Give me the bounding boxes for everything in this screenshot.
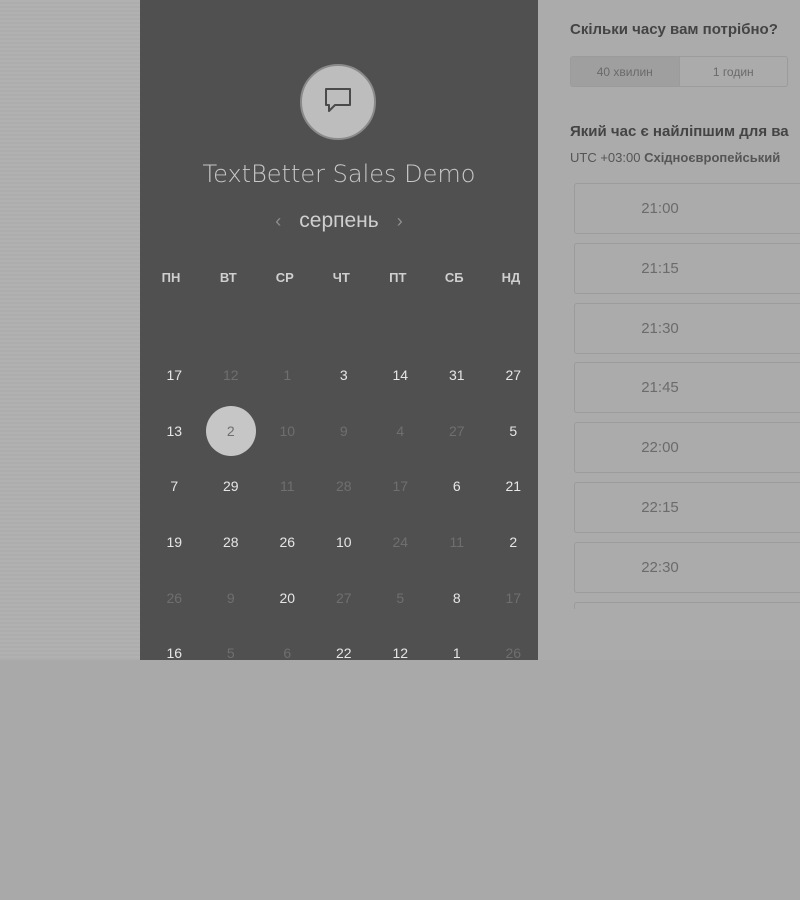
calendar-panel: TextBetter Sales Demo ‹ серпень › ПН ВТ … [140, 0, 538, 661]
calendar-day: 9 [339, 422, 348, 439]
weekday-label: СР [275, 270, 294, 285]
month-navigation: ‹ серпень › [140, 206, 538, 236]
calendar-days-grid: 17 12 1 3 14 31 27 13 2 10 9 4 27 5 7 29 11 28 17 6 21 19 28 26… [146, 347, 542, 681]
calendar-day[interactable]: 31 [429, 347, 486, 403]
duration-option-40[interactable]: 40 хвилин [571, 57, 679, 86]
calendar-day: 11 [449, 533, 465, 550]
calendar-day: 17 [392, 478, 409, 495]
time-slot-button[interactable]: 22:00 [574, 422, 800, 474]
duration-selector: 40 хвилин 1 годин [570, 56, 788, 87]
chat-bubble-icon [323, 86, 353, 119]
weekday-header: ПН ВТ СР ЧТ ПТ СБ НД [140, 270, 538, 285]
timezone-selector[interactable]: UTC +03:00 Східноєвропейський [570, 150, 780, 165]
time-slot-button[interactable]: 22:15 [574, 481, 800, 533]
calendar-day: 28 [335, 478, 352, 495]
month-label: серпень [299, 209, 379, 232]
weekday-label: ПТ [389, 270, 407, 285]
weekday-label: ВТ [219, 270, 237, 285]
chevron-left-icon[interactable]: ‹ [275, 211, 281, 232]
time-slot-button[interactable] [574, 601, 800, 609]
calendar-day[interactable]: 19 [146, 514, 203, 570]
modal-overlay [0, 660, 800, 900]
calendar-day[interactable]: 3 [316, 347, 373, 403]
time-slot-button[interactable]: 21:00 [574, 183, 800, 234]
calendar-day: 4 [396, 422, 405, 439]
calendar-day: 10 [279, 422, 296, 439]
timezone-offset: UTC +03:00 [570, 150, 641, 165]
calendar-day[interactable]: 28 [203, 514, 260, 570]
booking-panel: Скільки часу вам потрібно? 40 хвилин 1 г… [538, 0, 800, 660]
calendar-day: 9 [226, 589, 235, 606]
calendar-day: 6 [283, 645, 292, 662]
calendar-day[interactable]: 13 [146, 403, 203, 459]
selected-day-circle: 2 [205, 405, 256, 456]
calendar-day[interactable]: 1 [429, 625, 486, 681]
calendar-day: 27 [335, 589, 352, 606]
calendar-day[interactable]: 5 [485, 403, 542, 459]
calendar-day-selected[interactable]: 2 [203, 403, 260, 459]
calendar-day[interactable]: 16 [146, 625, 203, 681]
calendar-day[interactable]: 17 [146, 347, 203, 403]
calendar-day: 1 [283, 366, 292, 383]
duration-option-60[interactable]: 1 годин [678, 57, 788, 86]
calendar-day[interactable]: 8 [429, 570, 486, 626]
calendar-day[interactable]: 22 [316, 625, 373, 681]
time-slot-list[interactable]: 21:00 21:15 21:30 21:45 22:00 22:15 22:30 [574, 183, 800, 609]
calendar-day[interactable]: 12 [372, 625, 429, 681]
calendar-day[interactable]: 6 [429, 458, 486, 514]
calendar-day[interactable]: 26 [259, 514, 316, 570]
calendar-day[interactable]: 20 [259, 570, 316, 626]
calendar-day: 27 [448, 422, 465, 439]
calendar-day[interactable]: 29 [203, 458, 260, 514]
time-slot-button[interactable]: 21:30 [574, 302, 800, 354]
time-slot-button[interactable]: 22:30 [574, 541, 800, 593]
calendar-day[interactable]: 27 [485, 347, 542, 403]
weekday-label: ПН [161, 270, 181, 285]
calendar-day[interactable]: 14 [372, 347, 429, 403]
calendar-day[interactable]: 2 [485, 514, 542, 570]
weekday-label: ЧТ [332, 270, 350, 285]
calendar-day: 11 [279, 478, 295, 495]
calendar-day: 17 [505, 589, 522, 606]
weekday-label: НД [501, 270, 521, 285]
calendar-day[interactable]: 7 [146, 458, 203, 514]
time-question: Який час є найліпшим для ва [570, 123, 789, 140]
time-slot-button[interactable]: 21:15 [574, 242, 800, 294]
event-logo [300, 64, 376, 140]
calendar-day[interactable]: 21 [485, 458, 542, 514]
calendar-day: 5 [226, 645, 235, 662]
calendar-day: 26 [166, 589, 183, 606]
calendar-day: 26 [505, 645, 522, 662]
event-title: TextBetter Sales Demo [202, 160, 476, 188]
calendar-day[interactable]: 10 [316, 514, 373, 570]
time-slot-button[interactable]: 21:45 [574, 362, 800, 414]
calendar-day: 5 [396, 589, 405, 606]
weekday-label: СБ [444, 270, 464, 285]
calendar-day: 12 [222, 366, 239, 383]
duration-question: Скільки часу вам потрібно? [570, 21, 778, 38]
timezone-name: Східноєвропейський [644, 150, 781, 165]
calendar-day: 24 [392, 533, 409, 550]
chevron-right-icon[interactable]: › [397, 211, 403, 232]
